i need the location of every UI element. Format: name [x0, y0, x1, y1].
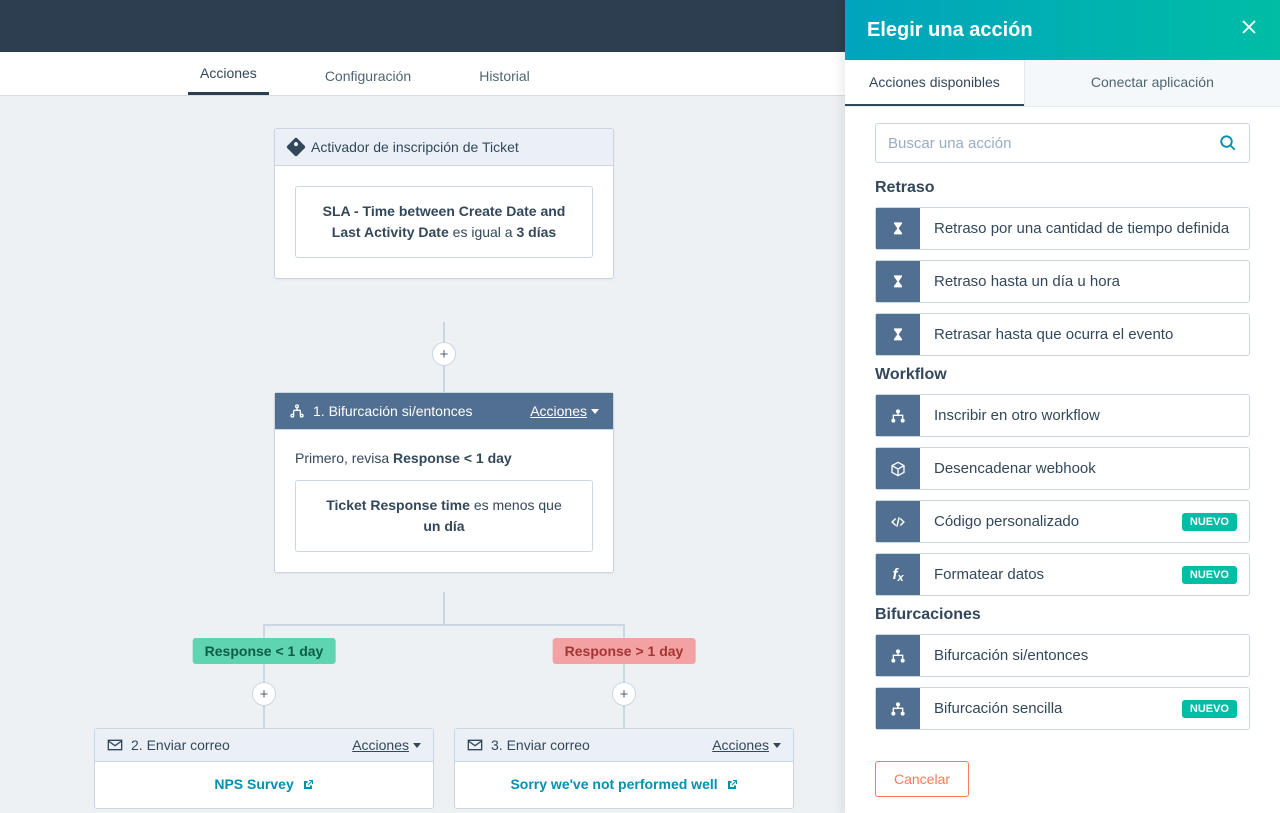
action-label: Bifurcación sencilla [920, 688, 1182, 729]
email-left-actions[interactable]: Acciones [352, 737, 421, 753]
panel-header: Elegir una acción [845, 0, 1280, 60]
chevron-down-icon [591, 409, 599, 414]
connector-line [264, 624, 624, 626]
trigger-title: Activador de inscripción de Ticket [311, 139, 519, 155]
hourglass-icon [876, 314, 920, 355]
search-input[interactable] [888, 135, 1219, 152]
group-title-workflow: Workflow [875, 366, 1250, 384]
panel-tab-connect[interactable]: Conectar aplicación [1024, 60, 1280, 106]
email-right-link-text: Sorry we've not performed well [510, 776, 717, 792]
branch-card[interactable]: 1. Bifurcación si/entonces Acciones Prim… [274, 392, 614, 573]
email-left-title: 2. Enviar correo [131, 737, 230, 753]
search-box[interactable] [875, 123, 1250, 163]
group-title-retraso: Retraso [875, 179, 1250, 197]
action-delay-amount[interactable]: Retraso por una cantidad de tiempo defin… [875, 207, 1250, 250]
action-format-data[interactable]: fx Formatear datos NUEVO [875, 553, 1250, 596]
close-button[interactable] [1240, 18, 1258, 42]
mail-icon [467, 739, 483, 751]
tab-acciones[interactable]: Acciones [188, 53, 269, 95]
branch-cond-mid: es menos que [474, 497, 562, 513]
tab-historial[interactable]: Historial [467, 56, 542, 95]
branch-card-header: 1. Bifurcación si/entonces Acciones [275, 393, 613, 430]
external-link-icon [302, 779, 314, 791]
add-action-button[interactable]: + [612, 682, 636, 706]
branch-actions-menu[interactable]: Acciones [530, 403, 599, 419]
action-custom-code[interactable]: Código personalizado NUEVO [875, 500, 1250, 543]
cancel-button[interactable]: Cancelar [875, 761, 969, 797]
branch-icon [876, 635, 920, 676]
new-badge: NUEVO [1182, 566, 1237, 584]
chevron-down-icon [413, 743, 421, 748]
email-left-link[interactable]: NPS Survey [214, 776, 313, 792]
new-badge: NUEVO [1182, 700, 1237, 718]
action-simple-branch[interactable]: Bifurcación sencilla NUEVO [875, 687, 1250, 730]
action-enroll-workflow[interactable]: Inscribir en otro workflow [875, 394, 1250, 437]
branch-chip-yes[interactable]: Response < 1 day [193, 638, 336, 664]
email-right-title: 3. Enviar correo [491, 737, 590, 753]
action-label: Retrasar hasta que ocurra el evento [920, 314, 1249, 355]
email-card-right-header: 3. Enviar correo Acciones [455, 729, 793, 762]
add-action-button[interactable]: + [252, 682, 276, 706]
action-webhook[interactable]: Desencadenar webhook [875, 447, 1250, 490]
action-label: Inscribir en otro workflow [920, 395, 1249, 436]
branch-icon [876, 688, 920, 729]
trigger-cond-mid: es igual a [453, 224, 517, 240]
email-right-actions[interactable]: Acciones [712, 737, 781, 753]
hourglass-icon [876, 208, 920, 249]
panel-footer: Cancelar [845, 744, 1280, 813]
group-title-bifur: Bifurcaciones [875, 606, 1250, 624]
tab-configuracion[interactable]: Configuración [313, 56, 423, 95]
branch-icon [289, 403, 305, 419]
branch-header-text: 1. Bifurcación si/entonces [313, 403, 473, 419]
trigger-card[interactable]: Activador de inscripción de Ticket SLA -… [274, 128, 614, 279]
action-label: Desencadenar webhook [920, 448, 1249, 489]
branch-chip-no[interactable]: Response > 1 day [553, 638, 696, 664]
branch-icon [876, 395, 920, 436]
action-label: Retraso hasta un día u hora [920, 261, 1249, 302]
action-delay-until-event[interactable]: Retrasar hasta que ocurra el evento [875, 313, 1250, 356]
branch-condition[interactable]: Ticket Response time es menos que un día [295, 480, 593, 552]
email-card-left[interactable]: 2. Enviar correo Acciones NPS Survey [94, 728, 434, 809]
action-label: Formatear datos [920, 554, 1182, 595]
mail-icon [107, 739, 123, 751]
search-icon [1219, 134, 1237, 152]
email-right-link[interactable]: Sorry we've not performed well [510, 776, 737, 792]
email-card-left-header: 2. Enviar correo Acciones [95, 729, 433, 762]
branch-cond-value: un día [423, 518, 464, 534]
action-label: Bifurcación si/entonces [920, 635, 1249, 676]
branch-first-prefix: Primero, revisa [295, 450, 393, 466]
connector-line [443, 592, 445, 624]
tag-icon [286, 137, 306, 157]
new-badge: NUEVO [1182, 513, 1237, 531]
branch-cond-field: Ticket Response time [326, 497, 470, 513]
panel-title: Elegir una acción [867, 19, 1033, 42]
trigger-card-header: Activador de inscripción de Ticket [275, 129, 613, 166]
chevron-down-icon [773, 743, 781, 748]
email-card-right[interactable]: 3. Enviar correo Acciones Sorry we've no… [454, 728, 794, 809]
trigger-condition[interactable]: SLA - Time between Create Date and Last … [295, 186, 593, 258]
add-action-button[interactable]: + [432, 342, 456, 366]
panel-tabs: Acciones disponibles Conectar aplicación [845, 60, 1280, 107]
branch-first-check: Primero, revisa Response < 1 day [295, 450, 593, 466]
action-delay-until-day[interactable]: Retraso hasta un día u hora [875, 260, 1250, 303]
external-link-icon [726, 779, 738, 791]
close-icon [1240, 18, 1258, 36]
action-label: Código personalizado [920, 501, 1182, 542]
code-icon [876, 501, 920, 542]
email-right-actions-label: Acciones [712, 737, 769, 753]
action-label: Retraso por una cantidad de tiempo defin… [920, 208, 1249, 249]
branch-first-bold: Response < 1 day [393, 450, 512, 466]
trigger-cond-value: 3 días [516, 224, 556, 240]
action-panel: Elegir una acción Acciones disponibles C… [845, 0, 1280, 813]
email-left-link-text: NPS Survey [214, 776, 293, 792]
email-left-actions-label: Acciones [352, 737, 409, 753]
workflow-canvas[interactable]: Activador de inscripción de Ticket SLA -… [0, 96, 845, 813]
cube-icon [876, 448, 920, 489]
action-if-then-branch[interactable]: Bifurcación si/entonces [875, 634, 1250, 677]
hourglass-icon [876, 261, 920, 302]
panel-body: Retraso Retraso por una cantidad de tiem… [845, 107, 1280, 744]
panel-tab-available[interactable]: Acciones disponibles [845, 60, 1024, 106]
branch-actions-label: Acciones [530, 403, 587, 419]
function-icon: fx [876, 554, 920, 595]
